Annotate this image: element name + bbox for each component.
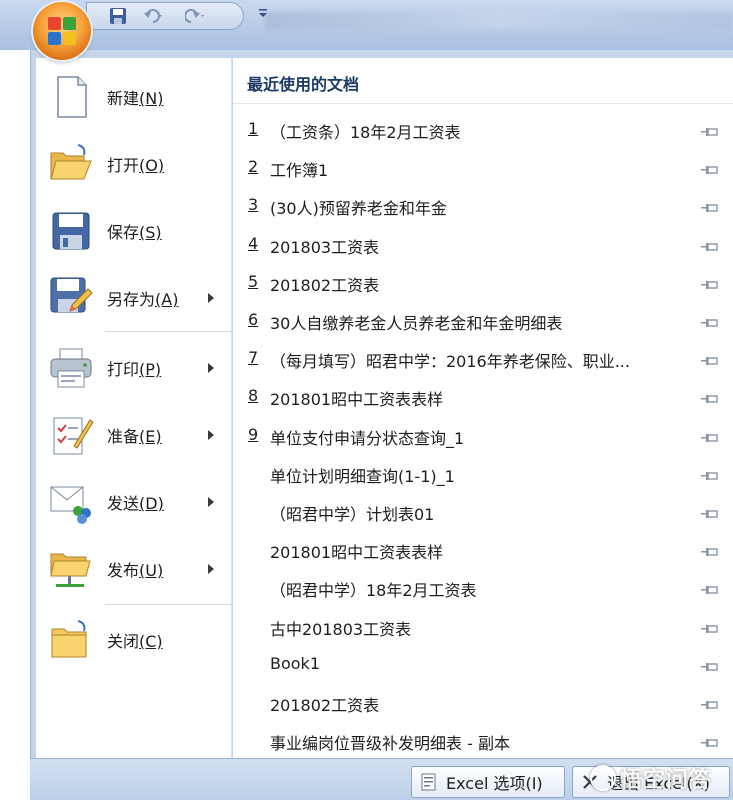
pin-icon[interactable] bbox=[701, 161, 719, 175]
pin-icon[interactable] bbox=[701, 543, 719, 557]
pin-icon[interactable] bbox=[701, 276, 719, 289]
recent-document-name: （昭君中学）计划表01 bbox=[270, 505, 435, 524]
recent-document-number: 5 bbox=[248, 271, 259, 291]
recent-document-number: 2 bbox=[248, 157, 259, 177]
recent-document-number: 8 bbox=[248, 386, 259, 406]
recent-documents-header: 最近使用的文档 bbox=[233, 58, 733, 104]
recent-document-name: 201801昭中工资表表样 bbox=[270, 390, 444, 410]
recent-document-item[interactable]: 事业编岗位晋级补发明细表 - 副本 bbox=[233, 721, 733, 759]
recent-document-item[interactable]: 201802工资表 bbox=[233, 683, 733, 721]
menu-publish[interactable]: 发布(U) bbox=[36, 538, 232, 600]
recent-document-item[interactable]: 7 （每月填写）昭君中学：2016年养老保险、职业... bbox=[233, 339, 733, 377]
undo-icon[interactable] bbox=[143, 7, 165, 27]
watermark-logo-icon bbox=[590, 765, 616, 791]
recent-document-item[interactable]: 1 （工资条）18年2月工资表 bbox=[233, 110, 733, 148]
recent-document-item[interactable]: 8 201801昭中工资表表样 bbox=[233, 377, 733, 415]
pin-icon[interactable] bbox=[701, 314, 719, 327]
pin-icon[interactable] bbox=[701, 238, 719, 251]
recent-document-item[interactable]: （昭君中学）18年2月工资表 bbox=[233, 568, 733, 606]
recent-document-item[interactable]: （昭君中学）计划表01 bbox=[233, 492, 733, 530]
office-button[interactable] bbox=[33, 2, 91, 60]
recent-document-name: 工作簿1 bbox=[270, 161, 329, 181]
recent-document-item[interactable]: Book1 bbox=[233, 645, 733, 683]
save-disk-icon bbox=[48, 208, 94, 254]
pin-icon[interactable] bbox=[701, 581, 719, 595]
recent-document-name: 单位计划明细查询(1-1)_1 bbox=[270, 466, 455, 486]
recent-document-name: 单位支付申请分状态查询_1 bbox=[270, 428, 465, 448]
menu-separator bbox=[105, 604, 232, 605]
pin-icon[interactable] bbox=[701, 390, 719, 404]
pin-icon[interactable] bbox=[701, 429, 719, 442]
recent-document-item[interactable]: 4 201803工资表 bbox=[233, 225, 733, 263]
pin-icon[interactable] bbox=[701, 467, 719, 480]
recent-document-number: 1 bbox=[248, 119, 259, 138]
redo-icon[interactable] bbox=[184, 7, 207, 27]
save-as-icon bbox=[48, 275, 94, 321]
recent-document-name: (30人)预留养老金和年金 bbox=[270, 199, 447, 219]
recent-document-item[interactable]: 9 单位支付申请分状态查询_1 bbox=[233, 416, 733, 454]
recent-document-item[interactable]: 2 工作簿1 bbox=[233, 148, 733, 186]
recent-document-number: 6 bbox=[248, 310, 259, 329]
new-document-icon bbox=[48, 74, 94, 120]
watermark: 悟空问答 bbox=[590, 756, 733, 800]
menu-close[interactable]: 关闭(C) bbox=[36, 609, 232, 671]
recent-document-number: 9 bbox=[248, 424, 259, 444]
submenu-arrow-icon bbox=[208, 430, 214, 440]
pin-icon[interactable] bbox=[701, 696, 719, 709]
quick-access-toolbar bbox=[86, 2, 244, 30]
menu-prepare[interactable]: 准备(E) bbox=[36, 404, 232, 466]
pin-icon[interactable] bbox=[701, 199, 719, 213]
menu-new[interactable]: 新建(N) bbox=[36, 66, 232, 128]
blurred-window-title bbox=[265, 12, 733, 30]
menu-save[interactable]: 保存(S) bbox=[36, 200, 232, 262]
pin-icon[interactable] bbox=[701, 734, 719, 748]
submenu-arrow-icon bbox=[208, 293, 214, 303]
prepare-document-icon bbox=[48, 412, 94, 458]
pin-icon[interactable] bbox=[701, 620, 719, 633]
save-icon[interactable] bbox=[109, 7, 127, 27]
recent-document-name: （每月填写）昭君中学：2016年养老保险、职业... bbox=[270, 352, 630, 372]
printer-icon bbox=[48, 345, 94, 391]
recent-document-number: 3 bbox=[248, 195, 259, 215]
customize-toolbar-icon[interactable] bbox=[258, 6, 268, 24]
pin-icon[interactable] bbox=[701, 658, 719, 671]
recent-document-name: 201802工资表 bbox=[270, 696, 380, 715]
publish-icon bbox=[48, 546, 94, 592]
menu-separator bbox=[105, 331, 232, 332]
options-icon bbox=[420, 773, 438, 791]
recent-document-name: 事业编岗位晋级补发明细表 - 副本 bbox=[270, 734, 510, 754]
menu-send[interactable]: 发送(D) bbox=[36, 471, 232, 533]
recent-document-item[interactable]: 5 201802工资表 bbox=[233, 263, 733, 301]
recent-document-name: 201801昭中工资表表样 bbox=[270, 543, 444, 563]
recent-document-number: 7 bbox=[248, 348, 259, 368]
recent-document-item[interactable]: 201801昭中工资表表样 bbox=[233, 530, 733, 568]
office-logo-icon bbox=[48, 17, 76, 45]
excel-options-button[interactable]: Excel 选项(I) bbox=[411, 766, 565, 798]
recent-document-item[interactable]: 3 (30人)预留养老金和年金 bbox=[233, 186, 733, 224]
recent-document-item[interactable]: 古中201803工资表 bbox=[233, 607, 733, 645]
recent-document-name: （工资条）18年2月工资表 bbox=[270, 123, 461, 142]
recent-document-name: 201803工资表 bbox=[270, 237, 380, 257]
menu-print[interactable]: 打印(P) bbox=[36, 337, 232, 399]
recent-document-item[interactable]: 6 30人自缴养老金人员养老金和年金明细表 bbox=[233, 301, 733, 339]
recent-document-number: 4 bbox=[248, 233, 259, 253]
pin-icon[interactable] bbox=[701, 352, 719, 366]
submenu-arrow-icon bbox=[208, 497, 214, 507]
open-folder-icon bbox=[48, 141, 94, 187]
pin-icon[interactable] bbox=[701, 123, 719, 136]
close-folder-icon bbox=[48, 617, 94, 663]
recent-document-item[interactable]: 单位计划明细查询(1-1)_1 bbox=[233, 454, 733, 492]
pin-icon[interactable] bbox=[701, 505, 719, 518]
recent-document-name: Book1 bbox=[270, 653, 320, 673]
recent-document-name: 30人自缴养老金人员养老金和年金明细表 bbox=[270, 314, 563, 333]
menu-save-as[interactable]: 另存为(A) bbox=[36, 267, 232, 329]
recent-document-name: （昭君中学）18年2月工资表 bbox=[270, 581, 477, 601]
recent-document-name: 古中201803工资表 bbox=[270, 619, 412, 639]
send-icon bbox=[48, 479, 94, 525]
submenu-arrow-icon bbox=[208, 363, 214, 373]
submenu-arrow-icon bbox=[208, 564, 214, 574]
recent-document-name: 201802工资表 bbox=[270, 275, 380, 295]
menu-open[interactable]: 打开(O) bbox=[36, 133, 232, 195]
